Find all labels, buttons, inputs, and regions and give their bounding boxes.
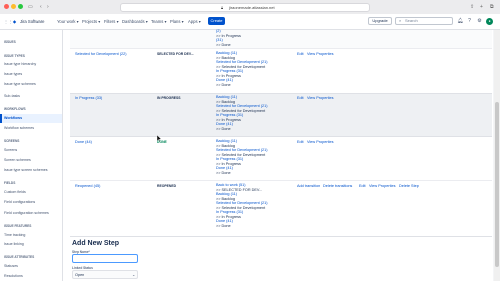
sidebar-heading-fields: FIELDS (4, 181, 16, 185)
minimize-window-icon[interactable] (11, 4, 16, 9)
transition-target: >> Done (216, 82, 231, 87)
linked-status-select[interactable]: Open ⌄ (72, 270, 138, 279)
sidebar-icon[interactable]: ▭ (28, 3, 33, 11)
sidebar-heading-issue-attributes: ISSUE ATTRIBUTES (4, 255, 35, 259)
nav-dashboards[interactable]: Dashboards ▾ (122, 18, 148, 25)
transition-target: >> Done (216, 42, 231, 47)
browser-toolbar: ▭ ‹ › 🔒︎ jiraonemade.atlassian.net ⇪ + ⧉ (0, 0, 500, 15)
sidebar-title: ISSUES (4, 40, 16, 44)
sidebar-item-time-tracking[interactable]: Time tracking (4, 233, 25, 238)
share-icon[interactable]: ⇪ (470, 3, 474, 11)
nav-your-work[interactable]: Your work ▾ (57, 18, 79, 25)
sidebar-item-field-configuration-schemes[interactable]: Field configuration schemes (4, 211, 49, 216)
add-transition-link[interactable]: Add transition (297, 184, 320, 189)
sidebar-item-workflow-schemes[interactable]: Workflow schemes (4, 126, 34, 131)
status-badge: REOPENED (157, 184, 177, 188)
view-properties-link[interactable]: View Properties (307, 52, 334, 57)
product-name[interactable]: Jira Software (20, 18, 44, 25)
maximize-window-icon[interactable] (18, 4, 23, 9)
row-divider (70, 48, 492, 49)
sidebar-heading-screens: SCREENS (4, 139, 20, 143)
sidebar-item-workflows[interactable]: Workflows (4, 116, 22, 121)
new-tab-icon[interactable]: + (480, 3, 483, 11)
admin-sidebar: ISSUES ISSUE TYPES Issue type hierarchy … (0, 30, 63, 281)
status-badge: DONE (157, 140, 167, 144)
sidebar-item-issue-type-hierarchy[interactable]: Issue type hierarchy (4, 62, 36, 67)
top-navigation: ⋮⋮ ◆ Jira Software Your work ▾ Projects … (0, 14, 500, 30)
table-row-bg (70, 30, 492, 48)
transition-target: >> Done (216, 223, 231, 228)
mouse-cursor-icon (156, 129, 162, 143)
table-row-highlight (70, 93, 492, 136)
search-icon: ⌕ (399, 18, 402, 23)
view-properties-link[interactable]: View Properties (307, 96, 334, 101)
edit-link[interactable]: Edit (297, 52, 304, 57)
create-button[interactable]: Create (208, 17, 225, 25)
step-name-input[interactable] (72, 254, 138, 263)
delete-step-link[interactable]: Delete Step (399, 184, 419, 189)
sidebar-item-issue-linking[interactable]: Issue linking (4, 242, 24, 247)
row-divider (70, 236, 492, 237)
sidebar-item-sub-tasks[interactable]: Sub-tasks (4, 94, 20, 99)
nav-filters[interactable]: Filters ▾ (104, 18, 119, 25)
jira-logo-icon[interactable]: ◆ (13, 18, 16, 25)
step-name-link[interactable]: Done (44) (75, 140, 92, 145)
row-divider (70, 93, 492, 94)
notifications-icon[interactable]: 🔔︎ (457, 18, 464, 25)
workflow-steps-panel (63, 30, 493, 281)
settings-gear-icon[interactable]: ⚙ (476, 18, 483, 25)
edit-link[interactable]: Edit (359, 184, 366, 189)
sidebar-item-resolutions[interactable]: Resolutions (4, 274, 23, 279)
lock-icon: 🔒︎ (221, 4, 224, 10)
upgrade-label: Upgrade (372, 18, 388, 23)
address-bar[interactable]: 🔒︎ jiraonemade.atlassian.net (120, 2, 370, 12)
app-switcher-icon[interactable]: ⋮⋮ (4, 18, 12, 25)
transition-target: >> Done (216, 170, 231, 175)
nav-plans[interactable]: Plans ▾ (170, 18, 184, 25)
status-badge: IN PROGRESS (157, 96, 181, 100)
search-placeholder: Search (405, 18, 418, 23)
close-window-icon[interactable] (4, 4, 9, 9)
back-icon[interactable]: ‹ (40, 3, 42, 11)
row-divider (70, 180, 492, 181)
step-name-link[interactable]: Reopened (45) (75, 184, 100, 189)
sidebar-item-issue-type-schemes[interactable]: Issue type schemes (4, 82, 36, 87)
forward-icon[interactable]: › (47, 3, 49, 11)
delete-transitions-link[interactable]: Delete transitions (323, 184, 352, 189)
step-name-link[interactable]: Selected for Development (22) (75, 52, 127, 57)
tabs-overview-icon[interactable]: ⧉ (490, 3, 494, 11)
step-name-link[interactable]: In Progress (33) (75, 96, 102, 101)
status-badge: SELECTED FOR DEV... (157, 52, 194, 56)
view-properties-link[interactable]: View Properties (369, 184, 396, 189)
sidebar-item-field-configurations[interactable]: Field configurations (4, 200, 35, 205)
chevron-down-icon: ⌄ (132, 272, 136, 277)
scrollbar-thumb[interactable] (495, 102, 499, 267)
view-properties-link[interactable]: View Properties (307, 140, 334, 145)
url-text: jiraonemade.atlassian.net (229, 4, 275, 10)
add-step-heading: Add New Step (72, 240, 120, 247)
avatar[interactable]: ● (486, 17, 493, 25)
upgrade-button[interactable]: Upgrade (368, 17, 392, 25)
sidebar-item-screens[interactable]: Screens (4, 148, 17, 153)
edit-link[interactable]: Edit (297, 96, 304, 101)
edit-link[interactable]: Edit (297, 140, 304, 145)
sidebar-item-issue-type-screen-schemes[interactable]: Issue type screen schemes (4, 168, 48, 173)
nav-teams[interactable]: Teams ▾ (151, 18, 167, 25)
row-divider (70, 136, 492, 137)
sidebar-item-statuses[interactable]: Statuses (4, 264, 18, 269)
sidebar-heading-issue-features: ISSUE FEATURES (4, 224, 32, 228)
transition-target: >> Done (216, 126, 231, 131)
nav-projects[interactable]: Projects ▾ (82, 18, 100, 25)
nav-apps[interactable]: Apps ▾ (188, 18, 201, 25)
help-icon[interactable]: ? (466, 18, 473, 25)
sidebar-item-custom-fields[interactable]: Custom fields (4, 190, 26, 195)
sidebar-item-screen-schemes[interactable]: Screen schemes (4, 158, 31, 163)
linked-status-value: Open (75, 273, 85, 277)
search-input[interactable]: ⌕ Search (395, 17, 453, 25)
sidebar-heading-workflows: WORKFLOWS (4, 107, 26, 111)
sidebar-item-issue-types[interactable]: Issue types (4, 72, 22, 77)
sidebar-heading-issue-types: ISSUE TYPES (4, 54, 25, 58)
